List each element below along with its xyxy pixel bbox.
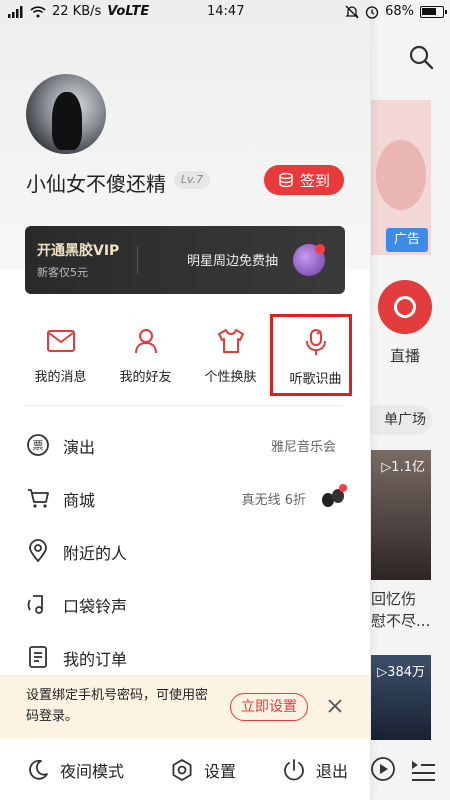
skin-theme-button[interactable]: 个性换肤 bbox=[188, 316, 273, 396]
vip-promo: 明星周边免费抽 bbox=[187, 254, 279, 269]
play-icon[interactable] bbox=[370, 756, 396, 782]
location-icon bbox=[29, 539, 47, 563]
vip-divider bbox=[137, 246, 138, 274]
playlist-square-chip[interactable]: 单广场 bbox=[362, 405, 432, 435]
quick-label: 个性换肤 bbox=[204, 370, 257, 385]
exit-label: 退出 bbox=[316, 762, 349, 781]
menu-item-mall[interactable]: 商城 真无线 6折 bbox=[0, 471, 370, 524]
volte-label: VoLTE bbox=[107, 4, 150, 19]
play-count: ▷1.1亿 bbox=[381, 460, 425, 475]
vip-title: 开通黑胶VIP bbox=[37, 243, 120, 259]
menu-label: 我的订单 bbox=[63, 650, 128, 669]
playlist-cover[interactable]: ▷1.1亿 bbox=[371, 450, 431, 580]
avatar[interactable] bbox=[26, 74, 106, 154]
menu-extra: 雅尼音乐会 bbox=[270, 440, 336, 455]
level-badge[interactable]: Lv.7 bbox=[174, 171, 210, 189]
network-speed: 22 KB/s bbox=[52, 4, 102, 19]
gear-icon bbox=[172, 759, 192, 781]
cart-icon bbox=[28, 489, 49, 508]
vip-subtitle: 新客仅5元 bbox=[37, 266, 88, 279]
ticket-icon: 票 bbox=[27, 434, 49, 456]
exit-button[interactable]: 退出 bbox=[282, 758, 348, 782]
my-friends-button[interactable]: 我的好友 bbox=[103, 316, 188, 396]
set-now-button[interactable]: 立即设置 bbox=[230, 693, 308, 721]
settings-label: 设置 bbox=[204, 762, 237, 781]
settings-button[interactable]: 设置 bbox=[170, 758, 236, 782]
menu-label: 附近的人 bbox=[63, 544, 128, 563]
alarm-icon bbox=[365, 5, 379, 19]
menu-item-shows[interactable]: 票 演出 雅尼音乐会 bbox=[0, 418, 370, 471]
signal-icon bbox=[8, 5, 23, 18]
banner-decoration bbox=[376, 140, 426, 210]
power-icon bbox=[284, 759, 304, 781]
vip-card[interactable]: 开通黑胶VIP 新客仅5元 明星周边免费抽 bbox=[25, 226, 345, 294]
ringtone-icon bbox=[27, 595, 43, 614]
play-count: ▷384万 bbox=[377, 665, 425, 680]
quick-label: 我的消息 bbox=[34, 370, 87, 385]
menu-label: 口袋铃声 bbox=[63, 597, 128, 616]
menu-item-nearby[interactable]: 附近的人 bbox=[0, 524, 370, 577]
notification-dot bbox=[315, 244, 325, 254]
moon-icon bbox=[29, 759, 48, 780]
menu-label: 商城 bbox=[63, 491, 96, 510]
playlist-cover[interactable]: ▷384万 bbox=[371, 655, 431, 740]
bind-phone-notice: 设置绑定手机号密码，可使用密码登录。 立即设置 bbox=[0, 675, 370, 739]
menu-item-ringtone[interactable]: 口袋铃声 bbox=[0, 577, 370, 630]
bell-off-icon bbox=[345, 5, 359, 18]
search-icon[interactable] bbox=[408, 44, 434, 70]
ad-badge: 广告 bbox=[386, 228, 428, 252]
coins-icon bbox=[279, 172, 293, 188]
battery-percent: 68% bbox=[385, 4, 414, 19]
battery-icon bbox=[420, 5, 447, 18]
notice-text: 设置绑定手机号密码，可使用密码登录。 bbox=[26, 688, 209, 724]
live-label: 直播 bbox=[390, 347, 421, 365]
tshirt-icon bbox=[217, 329, 244, 353]
night-mode-label: 夜间模式 bbox=[60, 762, 125, 781]
svg-text:票: 票 bbox=[33, 439, 44, 452]
playlist-title: 回忆伤 慰不尽... bbox=[371, 590, 431, 630]
wifi-icon bbox=[30, 5, 46, 17]
mail-icon bbox=[46, 330, 75, 352]
divider bbox=[26, 405, 342, 406]
quick-label: 我的好友 bbox=[119, 370, 172, 385]
username[interactable]: 小仙女不傻还精 bbox=[26, 168, 166, 197]
order-icon bbox=[29, 646, 47, 668]
close-icon[interactable] bbox=[326, 697, 344, 715]
earbuds-image bbox=[322, 484, 347, 507]
drawer-menu: 票 演出 雅尼音乐会 商城 真无线 6折 附近的人 口袋铃声 我的订单 bbox=[0, 418, 370, 683]
night-mode-button[interactable]: 夜间模式 bbox=[26, 758, 124, 782]
checkin-button[interactable]: 签到 bbox=[264, 165, 344, 195]
menu-extra: 真无线 6折 bbox=[241, 493, 306, 508]
status-bar: 22 KB/s VoLTE 14:47 68% bbox=[0, 0, 450, 26]
menu-label: 演出 bbox=[63, 438, 96, 457]
side-drawer: 小仙女不傻还精 Lv.7 签到 开通黑胶VIP 新客仅5元 明星周边免费抽 我的… bbox=[0, 0, 370, 800]
highlight-annotation bbox=[270, 314, 352, 396]
checkin-label: 签到 bbox=[299, 171, 330, 190]
live-icon[interactable] bbox=[378, 280, 432, 334]
drawer-bottom-bar: 夜间模式 设置 退出 bbox=[0, 740, 370, 800]
clock: 14:47 bbox=[207, 4, 245, 19]
person-icon bbox=[134, 329, 157, 354]
playlist-icon[interactable] bbox=[408, 756, 436, 782]
my-messages-button[interactable]: 我的消息 bbox=[18, 316, 103, 396]
